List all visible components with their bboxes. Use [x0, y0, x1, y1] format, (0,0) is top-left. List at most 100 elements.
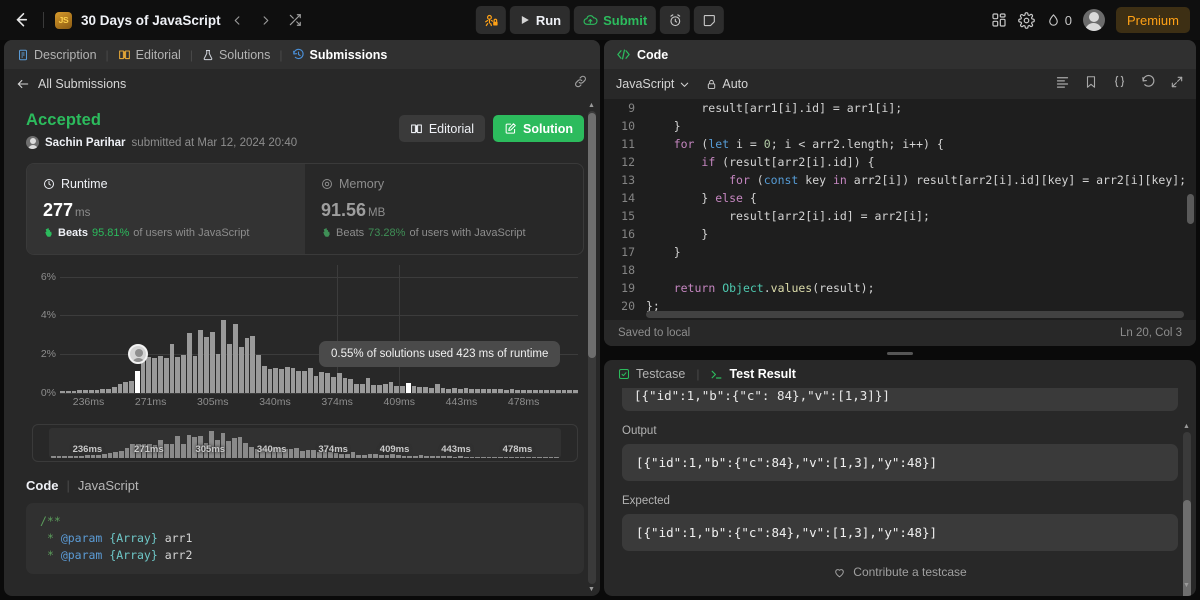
braces-icon[interactable] — [1112, 74, 1127, 94]
chart-bar[interactable] — [284, 366, 290, 393]
chart-bar[interactable] — [544, 389, 550, 393]
editor-line[interactable]: 10 } — [604, 117, 1196, 135]
runtime-card[interactable]: Runtime 277 ms Beats 95.81% of users with… — [27, 164, 305, 254]
tab-solutions[interactable]: Solutions — [198, 48, 274, 62]
chart-bar[interactable] — [423, 386, 428, 393]
contribute-testcase-button[interactable]: Contribute a testcase — [622, 565, 1178, 579]
tab-testcase[interactable]: Testcase — [618, 367, 685, 381]
avatar[interactable] — [1082, 9, 1105, 31]
chart-bar[interactable] — [411, 385, 417, 393]
editor-line[interactable]: 18 — [604, 261, 1196, 279]
chart-bar[interactable] — [146, 357, 152, 393]
run-button[interactable]: Run — [509, 6, 571, 34]
editorial-button[interactable]: Editorial — [398, 115, 485, 142]
chart-bar[interactable] — [532, 389, 538, 393]
chart-bar[interactable] — [400, 386, 405, 393]
chart-bar[interactable] — [204, 336, 209, 393]
left-panel-scrollbar[interactable]: ▲ ▼ — [586, 99, 597, 596]
tab-editorial[interactable]: Editorial — [114, 48, 185, 62]
editor-horizontal-scrollbar[interactable] — [646, 311, 1184, 318]
chart-bar[interactable] — [100, 389, 106, 393]
timer-button[interactable] — [660, 6, 691, 34]
language-selector[interactable]: JavaScript — [616, 77, 690, 91]
note-button[interactable] — [694, 6, 725, 34]
chart-bar[interactable] — [498, 389, 503, 393]
chart-bar[interactable] — [440, 387, 446, 393]
brush-inner[interactable]: 236ms 271ms 305ms 340ms 374ms 409ms 443ms 478ms — [49, 428, 561, 458]
chart-bar[interactable] — [88, 389, 94, 393]
chart-bar[interactable] — [469, 389, 475, 393]
chart-bar[interactable] — [279, 369, 284, 393]
chart-bar[interactable] — [342, 378, 348, 393]
scroll-up-icon[interactable]: ▲ — [1181, 421, 1192, 432]
chart-bar[interactable] — [227, 343, 232, 393]
submission-code-block[interactable]: /** * @param {Array} arr1 * @param {Arra… — [26, 503, 584, 574]
chart-bar[interactable] — [261, 365, 267, 393]
next-problem-button[interactable] — [255, 8, 277, 32]
auto-sync-toggle[interactable]: Auto — [706, 77, 748, 91]
chart-bar[interactable] — [561, 390, 567, 393]
chart-bar[interactable] — [60, 391, 65, 393]
editor-line[interactable]: 13 for (const key in arr2[i]) result[arr… — [604, 171, 1196, 189]
chart-bar[interactable] — [463, 387, 469, 393]
chart-bar[interactable] — [290, 368, 296, 393]
all-submissions-back-button[interactable]: All Submissions — [16, 77, 126, 91]
chart-bar[interactable] — [394, 385, 400, 393]
format-icon[interactable] — [1055, 74, 1070, 94]
chart-range-brush[interactable]: 236ms 271ms 305ms 340ms 374ms 409ms 443ms 478ms — [32, 424, 578, 462]
chart-bar[interactable] — [83, 390, 88, 393]
chart-bar[interactable] — [117, 384, 123, 393]
editor-line[interactable]: 12 if (result[arr2[i].id]) { — [604, 153, 1196, 171]
result-scrollbar[interactable]: ▲ ▼ — [1181, 420, 1192, 596]
chart-bar[interactable] — [567, 390, 573, 393]
editor-line[interactable]: 15 result[arr2[i].id] = arr2[i]; — [604, 207, 1196, 225]
chart-bar[interactable] — [377, 385, 382, 393]
chart-bar[interactable] — [186, 332, 192, 393]
chart-bar[interactable] — [555, 389, 561, 393]
chart-bar[interactable] — [152, 357, 158, 393]
chart-bar[interactable] — [302, 371, 307, 393]
chart-bar[interactable] — [325, 372, 330, 393]
user-position-marker[interactable] — [127, 344, 148, 365]
memory-card[interactable]: Memory 91.56 MB Beats 73.28% of users wit… — [305, 164, 583, 254]
code-editor[interactable]: 9 result[arr1[i].id] = arr1[i]; 10 } 11 fo… — [604, 99, 1196, 320]
chart-bar[interactable] — [330, 377, 336, 393]
chart-bar[interactable] — [417, 387, 423, 393]
editor-line[interactable]: 9 result[arr1[i].id] = arr1[i]; — [604, 99, 1196, 117]
editor-line[interactable]: 19 return Object.values(result); — [604, 279, 1196, 297]
editor-vertical-scrollbar[interactable] — [1187, 194, 1194, 224]
chart-bar[interactable] — [480, 389, 486, 393]
chart-bar[interactable] — [486, 388, 492, 393]
chart-bar[interactable] — [388, 381, 394, 393]
chart-bar[interactable] — [273, 367, 279, 393]
problem-title[interactable]: 30 Days of JavaScript — [81, 13, 221, 28]
chart-bar[interactable] — [527, 389, 532, 393]
chart-bar[interactable] — [158, 356, 163, 393]
editor-line[interactable]: 16 } — [604, 225, 1196, 243]
gear-icon[interactable] — [1017, 11, 1035, 29]
chart-bar[interactable] — [65, 390, 71, 393]
tab-test-result[interactable]: Test Result — [710, 367, 796, 381]
chart-bar[interactable] — [94, 389, 100, 393]
chart-bar[interactable] — [209, 331, 215, 393]
leetcode-logo-icon[interactable] — [10, 9, 32, 31]
chart-bar[interactable] — [371, 384, 377, 393]
chart-bar[interactable] — [538, 389, 544, 393]
premium-button[interactable]: Premium — [1115, 7, 1190, 33]
chart-bar[interactable] — [307, 367, 313, 393]
chart-bar[interactable] — [198, 329, 204, 393]
chart-bar[interactable] — [123, 382, 129, 393]
chart-bar[interactable] — [267, 368, 273, 393]
chart-bar[interactable] — [521, 389, 527, 393]
bookmark-icon[interactable] — [1084, 75, 1098, 94]
chart-bar[interactable] — [313, 375, 319, 393]
code-language[interactable]: JavaScript — [78, 478, 139, 493]
debugger-lock-icon[interactable] — [475, 6, 506, 34]
panel-resize-handle[interactable] — [604, 350, 1196, 356]
chart-bar[interactable] — [429, 387, 434, 393]
tab-description[interactable]: Description — [13, 48, 101, 62]
chart-bar[interactable] — [163, 358, 169, 393]
link-icon[interactable] — [573, 74, 588, 94]
chart-bar[interactable] — [71, 390, 77, 393]
expand-icon[interactable] — [1170, 75, 1184, 94]
